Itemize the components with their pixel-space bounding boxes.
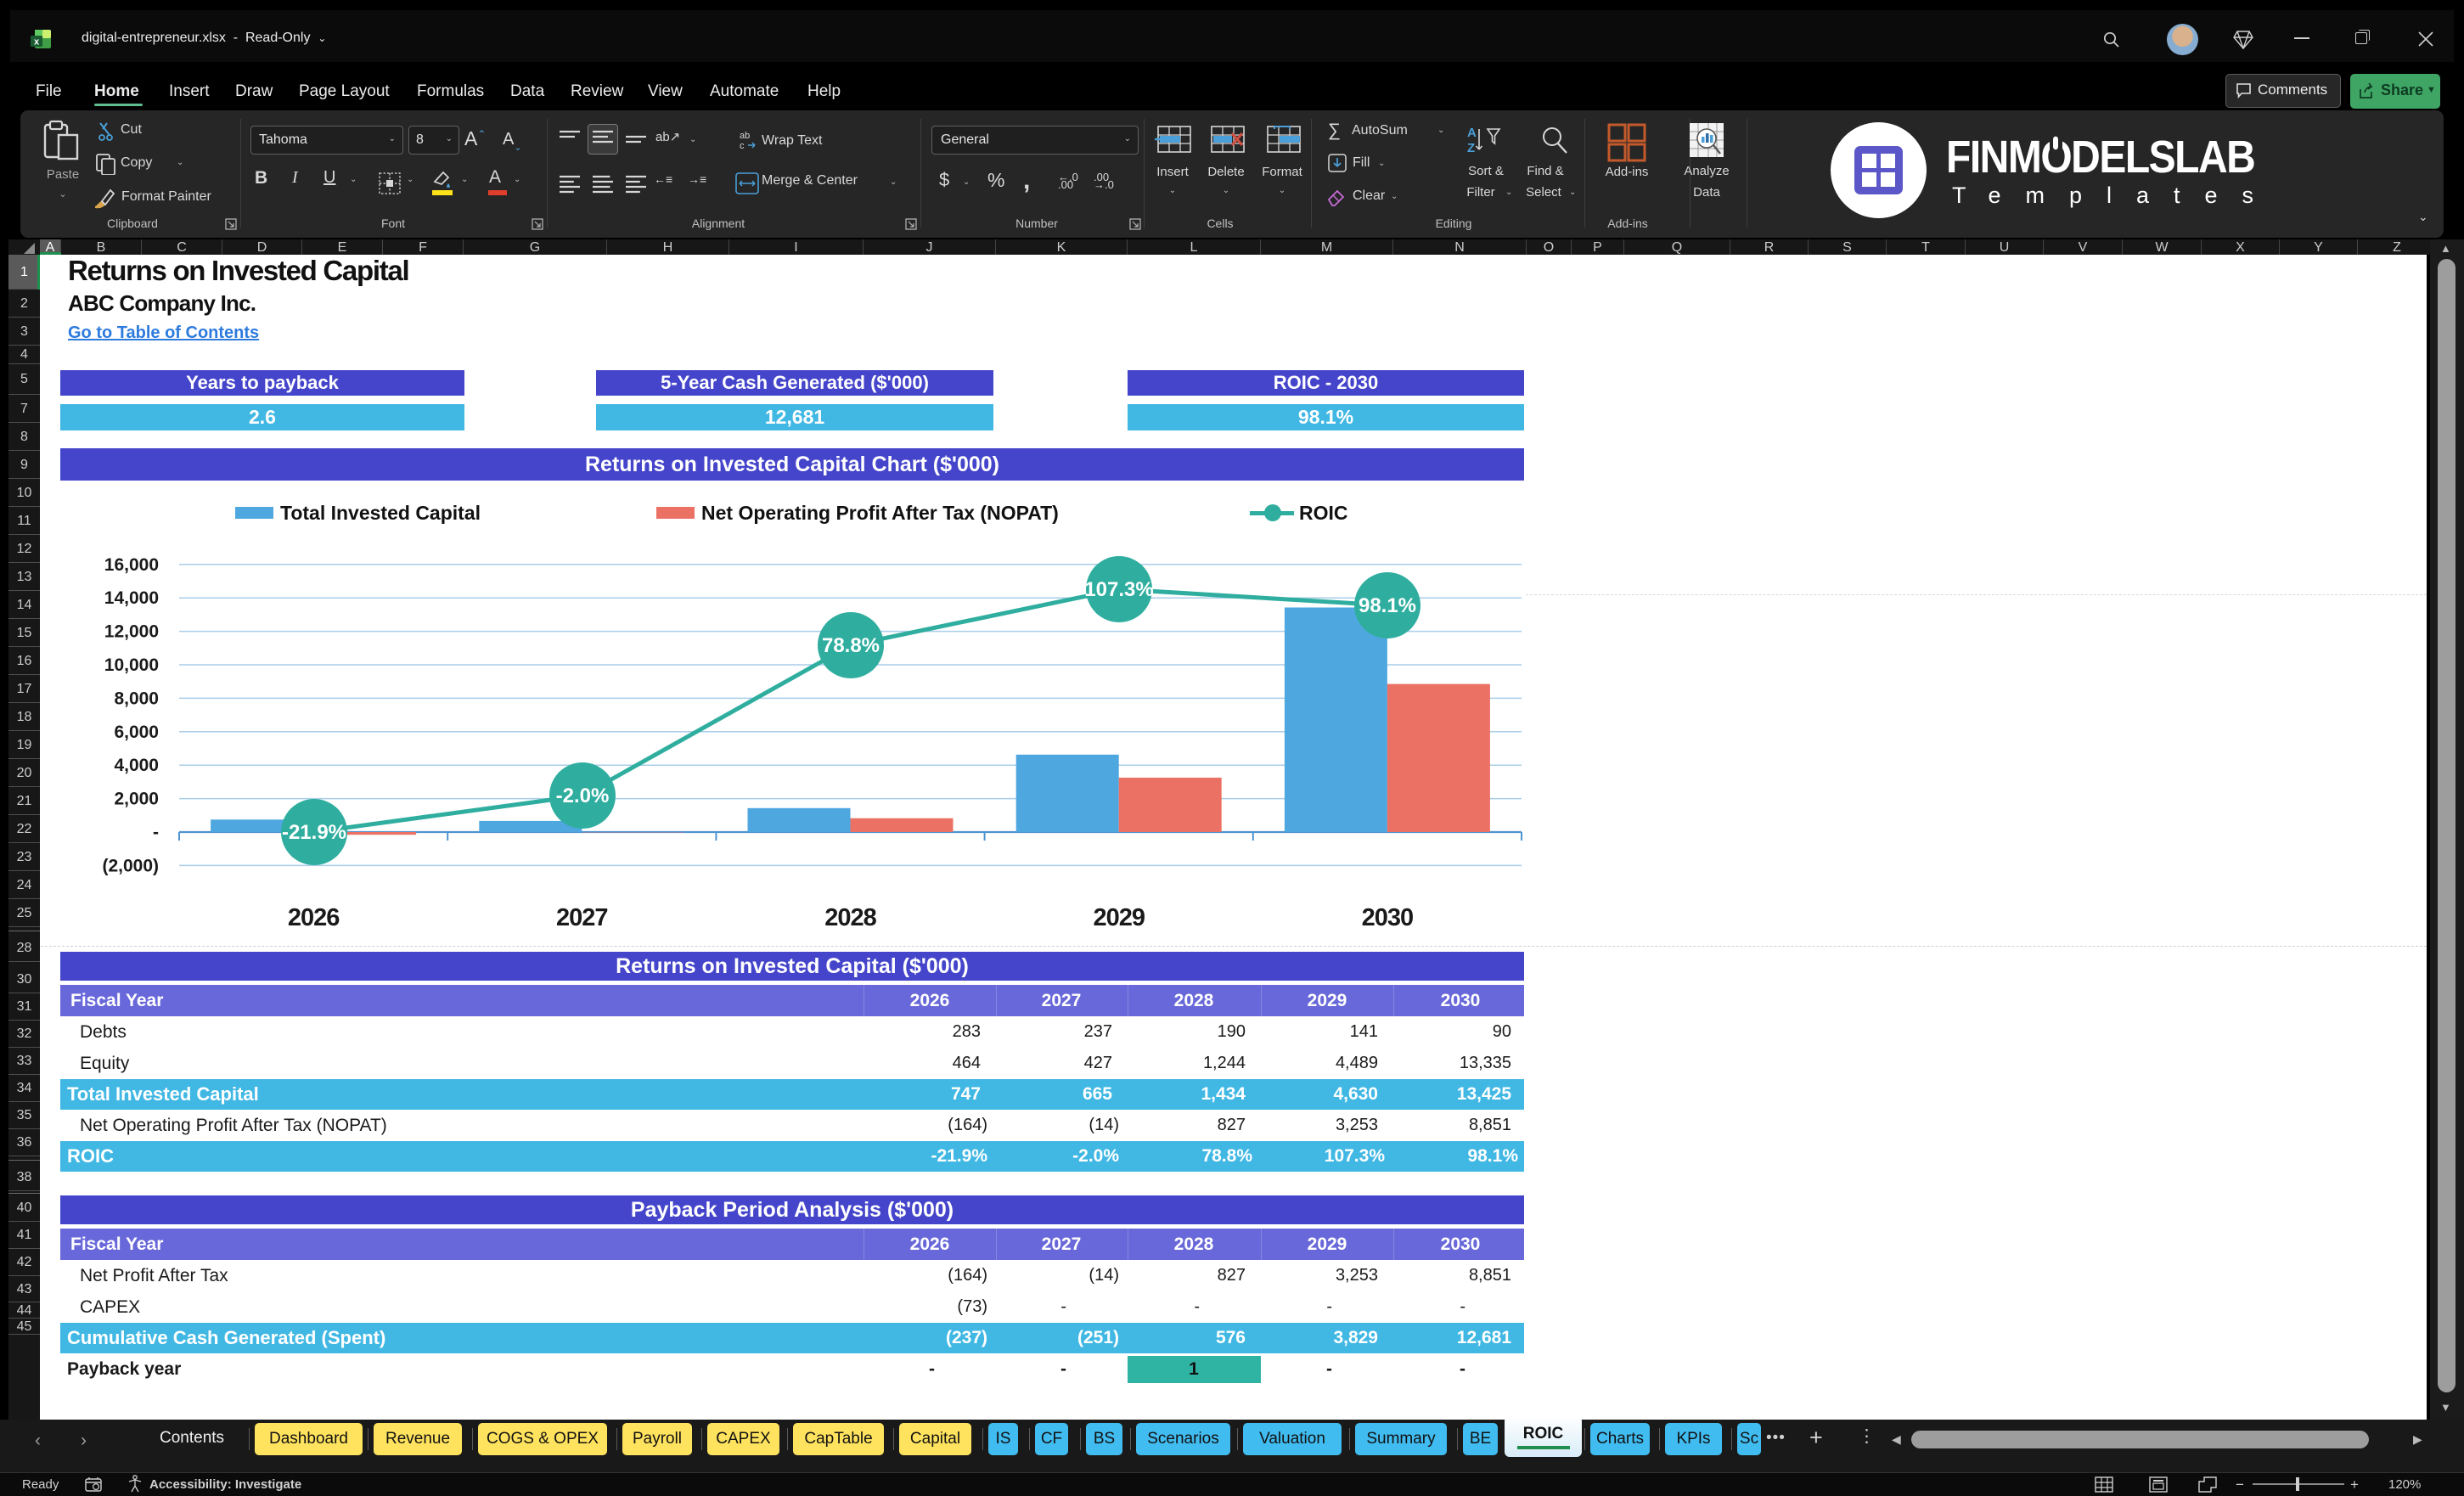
svg-text:2027: 2027 — [556, 904, 608, 931]
svg-text:107.3%: 107.3% — [1084, 578, 1153, 601]
svg-text:(2,000): (2,000) — [102, 856, 159, 875]
svg-text:4,000: 4,000 — [114, 756, 159, 775]
svg-text:14,000: 14,000 — [104, 588, 159, 608]
svg-text:98.1%: 98.1% — [1359, 594, 1416, 617]
svg-text:12,000: 12,000 — [104, 622, 159, 642]
svg-text:2,000: 2,000 — [114, 790, 159, 809]
svg-text:2030: 2030 — [1362, 904, 1414, 931]
svg-text:6,000: 6,000 — [114, 723, 159, 742]
svg-text:2029: 2029 — [1093, 904, 1145, 931]
svg-text:10,000: 10,000 — [104, 655, 159, 675]
svg-text:2026: 2026 — [288, 904, 340, 931]
svg-text:c: c — [740, 141, 745, 151]
svg-text:16,000: 16,000 — [104, 555, 159, 575]
svg-text:2028: 2028 — [824, 904, 876, 931]
svg-text:A: A — [1467, 126, 1477, 140]
svg-text:x: x — [34, 37, 40, 48]
svg-text:-21.9%: -21.9% — [282, 821, 346, 844]
svg-text:-: - — [153, 823, 159, 842]
svg-text:78.8%: 78.8% — [822, 634, 880, 657]
svg-text:ab: ab — [740, 131, 750, 141]
svg-text:8,000: 8,000 — [114, 689, 159, 708]
svg-text:Z: Z — [1467, 141, 1475, 155]
svg-text:-2.0%: -2.0% — [556, 785, 610, 807]
